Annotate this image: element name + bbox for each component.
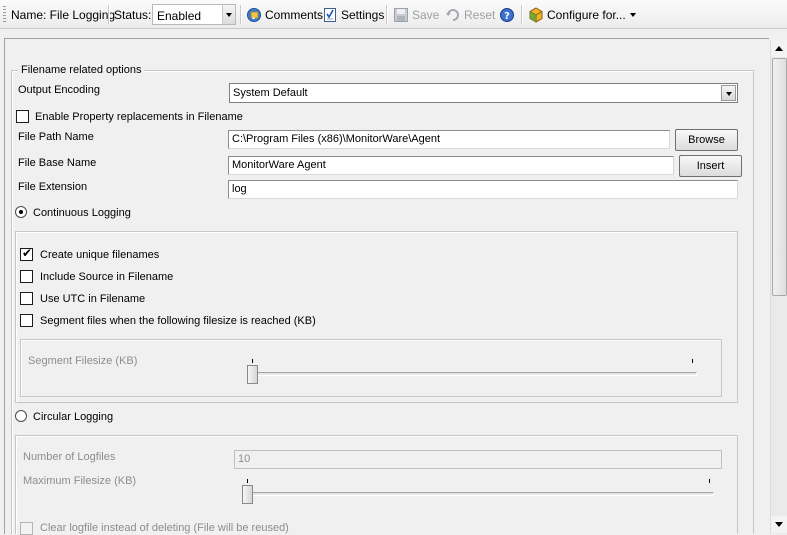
clear-logfile-label: Clear logfile instead of deleting (File … (40, 522, 289, 534)
file-path-label: File Path Name (18, 131, 94, 143)
svg-text:?: ? (504, 11, 510, 22)
toolbar-separator (386, 5, 387, 24)
file-path-input[interactable]: C:\Program Files (x86)\MonitorWare\Agent (228, 130, 670, 149)
slider-tick (252, 359, 253, 363)
toolbar-separator (521, 5, 522, 24)
help-button[interactable]: ? (497, 4, 517, 25)
create-unique-checkbox[interactable]: ✔ (20, 246, 33, 261)
file-base-input[interactable]: MonitorWare Agent (228, 156, 674, 175)
output-encoding-select[interactable]: System Default (229, 83, 738, 103)
scrollbar-thumb[interactable] (772, 58, 787, 296)
save-label: Save (412, 7, 440, 22)
comments-label: Comments (265, 7, 324, 22)
segment-filesize-group (20, 339, 722, 397)
num-logfiles-label: Number of Logfiles (23, 451, 116, 463)
create-unique-label: Create unique filenames (40, 249, 160, 261)
toolbar: Name: File Logging Status: Enabled Comme… (0, 0, 787, 29)
chevron-down-icon[interactable] (721, 85, 736, 101)
toolbar-grip[interactable] (3, 6, 6, 23)
browse-button[interactable]: Browse (675, 129, 738, 151)
include-source-label: Include Source in Filename (40, 271, 174, 283)
scroll-up-button[interactable] (771, 40, 787, 57)
module-name-label: Name: File Logging (11, 8, 116, 22)
use-utc-label: Use UTC in Filename (40, 293, 146, 305)
vertical-scrollbar[interactable] (770, 40, 787, 534)
help-icon: ? (499, 7, 515, 23)
segment-filesize-slider-thumb[interactable] (247, 365, 258, 384)
file-base-label: File Base Name (18, 157, 97, 169)
insert-button[interactable]: Insert (679, 155, 742, 177)
save-button[interactable]: Save (391, 4, 441, 25)
enable-property-checkbox[interactable] (16, 110, 29, 123)
circular-logging-label: Circular Logging (33, 411, 114, 423)
max-filesize-slider-thumb[interactable] (242, 485, 253, 504)
enable-property-label: Enable Property replacements in Filename (35, 111, 243, 123)
use-utc-checkbox[interactable] (20, 292, 33, 305)
scroll-down-button[interactable] (771, 516, 787, 533)
segment-files-label: Segment files when the following filesiz… (40, 315, 316, 327)
toolbar-separator (240, 5, 241, 24)
max-filesize-slider[interactable] (242, 492, 714, 496)
output-encoding-value: System Default (233, 87, 308, 99)
configure-icon (528, 6, 544, 23)
filename-options-legend: Filename related options (18, 64, 145, 76)
settings-button[interactable]: Settings (320, 4, 386, 25)
continuous-logging-label: Continuous Logging (33, 207, 131, 219)
file-extension-input[interactable]: log (228, 180, 738, 199)
segment-filesize-slider[interactable] (247, 372, 697, 376)
reset-icon (445, 7, 461, 23)
circular-logging-radio[interactable] (15, 410, 27, 422)
status-dropdown[interactable]: Enabled (152, 4, 236, 25)
slider-tick (247, 479, 248, 483)
include-source-checkbox[interactable] (20, 270, 33, 283)
comments-icon (246, 7, 262, 23)
slider-tick (709, 479, 710, 483)
comments-button[interactable]: Comments (244, 4, 325, 25)
file-extension-label: File Extension (18, 181, 88, 193)
status-label: Status: (114, 8, 152, 22)
clear-logfile-checkbox[interactable] (20, 522, 33, 535)
toolbar-separator (108, 5, 109, 24)
settings-icon (322, 7, 338, 23)
status-dropdown-value: Enabled (157, 9, 202, 23)
configure-for-button[interactable]: Configure for... (526, 4, 639, 25)
max-filesize-label: Maximum Filesize (KB) (23, 475, 137, 487)
chevron-down-icon[interactable] (222, 5, 235, 24)
configure-for-label: Configure for... (547, 7, 626, 22)
reset-button[interactable]: Reset (443, 4, 497, 25)
chevron-down-icon (629, 7, 637, 23)
reset-label: Reset (464, 7, 496, 22)
output-encoding-label: Output Encoding (18, 84, 100, 96)
segment-files-checkbox[interactable] (20, 314, 33, 327)
continuous-logging-radio[interactable] (15, 206, 27, 218)
segment-filesize-label: Segment Filesize (KB) (28, 355, 138, 367)
settings-label: Settings (341, 7, 385, 22)
save-icon (393, 7, 409, 23)
num-logfiles-input[interactable]: 10 (234, 450, 722, 469)
slider-tick (692, 359, 693, 363)
